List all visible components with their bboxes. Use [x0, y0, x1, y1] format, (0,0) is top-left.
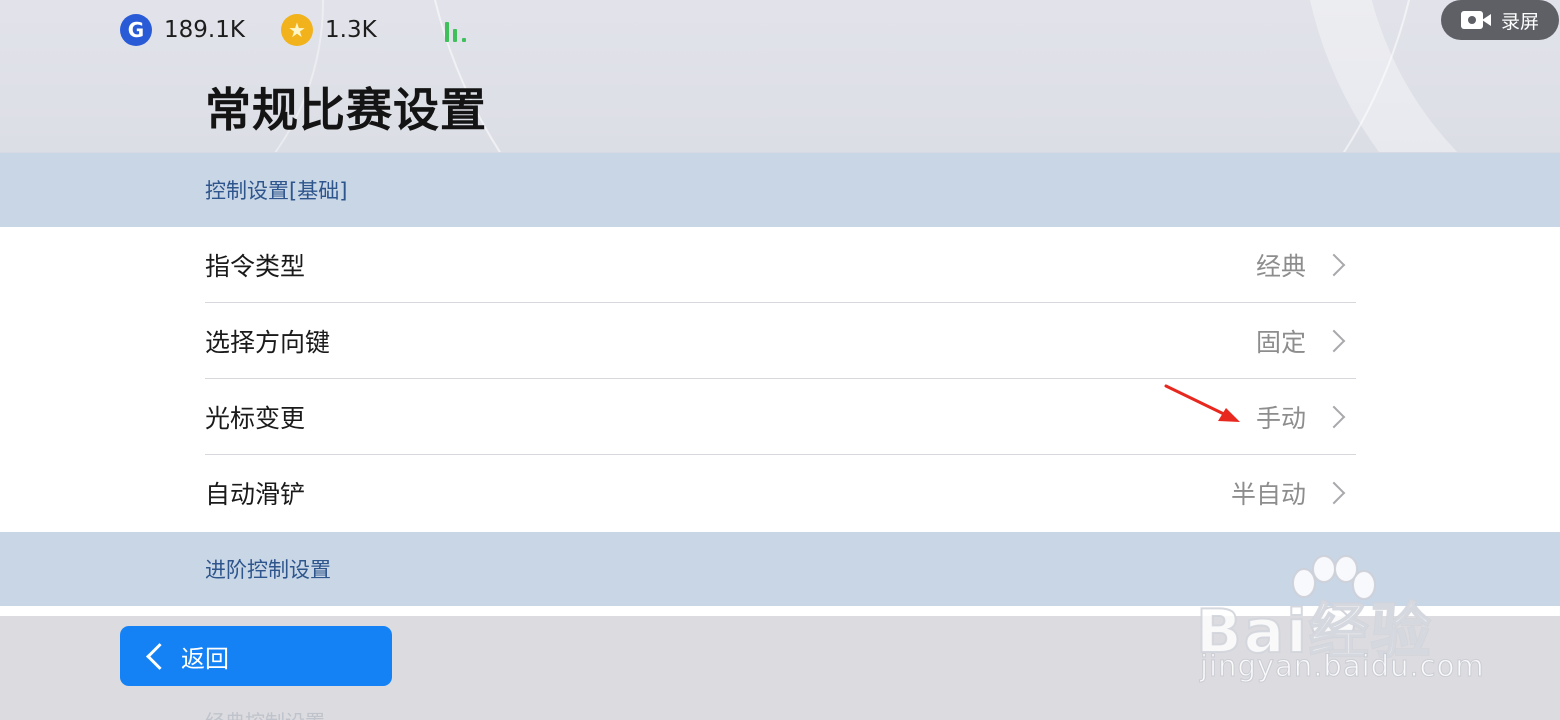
currency-g-display: G 189.1K: [120, 10, 245, 50]
decorative-arc: [420, 0, 1424, 152]
section-header-advanced: 进阶控制设置: [0, 532, 1560, 606]
chevron-right-icon: [1322, 405, 1346, 428]
screen-record-button[interactable]: 录屏: [1441, 0, 1559, 40]
star-coin-icon: ★: [281, 14, 313, 46]
setting-label: 指令类型: [205, 251, 306, 281]
section-header-label: 控制设置[基础]: [205, 179, 348, 203]
section-header-label: 进阶控制设置: [205, 558, 331, 582]
chevron-right-icon: [1322, 253, 1346, 276]
chevron-left-icon: [146, 642, 173, 670]
currency-g-value: 189.1K: [164, 17, 245, 43]
section-header-basic: 控制设置[基础]: [0, 153, 1560, 227]
setting-value: 固定: [1255, 327, 1306, 357]
chevron-right-icon: [1322, 481, 1346, 505]
setting-value: 手动: [1255, 403, 1306, 433]
back-button[interactable]: 返回: [120, 626, 392, 686]
setting-label: 自动滑铲: [205, 480, 306, 509]
section-header-classic: 经典控制设置: [205, 706, 325, 720]
divider: [0, 606, 1560, 616]
setting-value: 半自动: [1230, 480, 1306, 509]
setting-value-group: 半自动: [1231, 475, 1348, 511]
back-button-label: 返回: [181, 644, 229, 673]
setting-row-direction-key[interactable]: 选择方向键 固定: [205, 303, 1356, 379]
currency-star-display: ★ 1.3K: [281, 10, 377, 50]
annotation-arrow-icon: [1164, 384, 1240, 422]
chevron-right-icon: [1322, 329, 1346, 352]
screen-record-label: 录屏: [1500, 10, 1539, 33]
setting-row-command-type[interactable]: 指令类型 经典: [205, 227, 1356, 303]
setting-value-group: 经典: [1256, 247, 1348, 283]
setting-label: 选择方向键: [205, 327, 331, 357]
setting-value-group: 固定: [1256, 323, 1348, 359]
currency-star-value: 1.3K: [325, 17, 377, 43]
setting-value-group: 手动: [1256, 399, 1348, 435]
setting-label: 光标变更: [205, 403, 306, 433]
video-camera-icon: [1460, 10, 1491, 30]
signal-bars-icon: [443, 18, 471, 42]
page-title: 常规比赛设置: [205, 83, 487, 137]
setting-value: 经典: [1255, 251, 1306, 281]
setting-row-auto-slide-tackle[interactable]: 自动滑铲 半自动: [205, 455, 1356, 531]
settings-list: 指令类型 经典 选择方向键 固定 光标变更 手动 自动滑铲 半自动: [0, 227, 1560, 532]
g-coin-icon: G: [120, 14, 152, 46]
